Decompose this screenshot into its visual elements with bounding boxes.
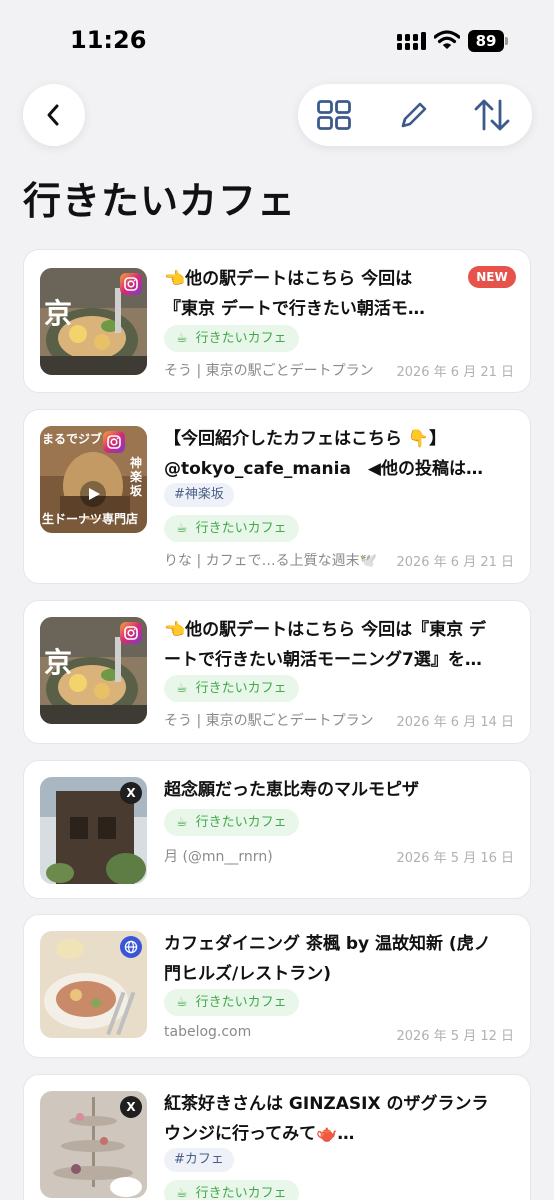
- card-title: 👈他の駅デートはこちら 今回は『東京 デ ートで行きたい朝活モーニング7選』を…: [164, 620, 487, 670]
- card-title: 【今回紹介したカフェはこちら 👇】 @tokyo_cafe_mania ◀他の投…: [164, 429, 484, 479]
- card-date: 2026 年 6 月 14 日: [396, 715, 514, 730]
- category-chip[interactable]: ☕ 行きたいカフェ: [164, 1180, 299, 1200]
- thumbnail: 京: [40, 268, 147, 375]
- status-time: 11:26: [70, 26, 147, 54]
- instagram-icon: [120, 273, 142, 295]
- status-bar: 11:26 89: [0, 0, 554, 80]
- back-button[interactable]: [23, 84, 85, 146]
- card-date: 2026 年 6 月 21 日: [396, 365, 514, 380]
- list-item[interactable]: 京 👈他の駅デートはこちら 今回は『東京 デ ートで行きたい朝活モーニング7選』…: [23, 600, 531, 744]
- battery-icon: 89: [468, 30, 508, 52]
- instagram-icon: [103, 431, 125, 453]
- coffee-cup-icon: ☕: [176, 331, 188, 346]
- sort-icon: [474, 99, 510, 131]
- globe-icon: [120, 936, 142, 958]
- card-date: 2026 年 6 月 21 日: [396, 555, 514, 570]
- list-item[interactable]: カフェダイニング 茶楓 by 温故知新 (虎ノ 門ヒルズ/レストラン) ☕ 行きた…: [23, 914, 531, 1058]
- card-date: 2026 年 5 月 12 日: [396, 1029, 514, 1044]
- thumbnail: X: [40, 777, 147, 884]
- x-icon: X: [120, 1096, 142, 1118]
- thumbnail: 京: [40, 617, 147, 724]
- card-source: tabelog.com: [164, 1024, 252, 1040]
- battery-level: 89: [468, 30, 504, 52]
- thumbnail-text: 生ドーナツ専門店: [42, 512, 139, 526]
- card-source: そう | 東京の駅ごとデートプラン: [164, 713, 374, 729]
- list-item[interactable]: X 超念願だった恵比寿のマルモピザ ☕ 行きたいカフェ 月 (@mn__rnrn)…: [23, 760, 531, 899]
- wifi-icon: [434, 30, 460, 49]
- toolbar: [298, 84, 532, 146]
- instagram-icon: [120, 622, 142, 644]
- edit-button[interactable]: [394, 95, 434, 135]
- x-icon: X: [120, 782, 142, 804]
- category-chip[interactable]: ☕ 行きたいカフェ: [164, 989, 299, 1016]
- pencil-icon: [401, 102, 427, 128]
- thumbnail: X: [40, 1091, 147, 1198]
- coffee-cup-icon: ☕: [176, 1186, 188, 1200]
- category-chip[interactable]: ☕ 行きたいカフェ: [164, 325, 299, 352]
- coffee-cup-icon: ☕: [176, 815, 188, 830]
- list-item[interactable]: まるでジブリ 神楽坂 生ドーナツ専門店 【今回紹介したカフェはこちら 👇】 @t…: [23, 409, 531, 584]
- coffee-cup-icon: ☕: [176, 521, 188, 536]
- sort-button[interactable]: [472, 95, 512, 135]
- page-title: 行きたいカフェ: [23, 179, 297, 223]
- card-source: 月 (@mn__rnrn): [164, 849, 273, 865]
- thumbnail-text: 神楽坂: [130, 456, 143, 498]
- category-chip[interactable]: ☕ 行きたいカフェ: [164, 675, 299, 702]
- list-item[interactable]: 京 👈他の駅デートはこちら 今回は 『東京 デートで行きたい朝活モ… NEW ☕…: [23, 249, 531, 393]
- card-source: りな | カフェで…る上質な週末🕊️: [164, 553, 378, 569]
- category-chip[interactable]: ☕ 行きたいカフェ: [164, 515, 299, 542]
- coffee-cup-icon: ☕: [176, 995, 188, 1010]
- coffee-cup-icon: ☕: [176, 681, 188, 696]
- card-date: 2026 年 5 月 16 日: [396, 851, 514, 866]
- list-item[interactable]: X 紅茶好きさんは GINZASIX のザグランラ ウンジに行ってみて🫖… #カ…: [23, 1074, 531, 1200]
- cellular-signal-icon: [397, 32, 426, 50]
- thumbnail-text: 京: [44, 297, 73, 330]
- category-chip[interactable]: ☕ 行きたいカフェ: [164, 809, 299, 836]
- thumbnail: [40, 931, 147, 1038]
- thumbnail: まるでジブリ 神楽坂 生ドーナツ専門店: [40, 426, 147, 533]
- new-badge: NEW: [468, 266, 516, 288]
- grid-view-button[interactable]: [314, 95, 354, 135]
- card-source: そう | 東京の駅ごとデートプラン: [164, 363, 374, 379]
- card-title: 👈他の駅デートはこちら 今回は 『東京 デートで行きたい朝活モ…: [164, 269, 425, 319]
- thumbnail-text: 京: [44, 646, 73, 679]
- card-title: 紅茶好きさんは GINZASIX のザグランラ ウンジに行ってみて🫖…: [164, 1094, 489, 1144]
- card-title: カフェダイニング 茶楓 by 温故知新 (虎ノ 門ヒルズ/レストラン): [164, 934, 491, 984]
- card-title: 超念願だった恵比寿のマルモピザ: [164, 780, 419, 800]
- chevron-left-icon: [47, 104, 59, 126]
- tag-chip[interactable]: #神楽坂: [164, 483, 234, 507]
- tag-chip[interactable]: #カフェ: [164, 1148, 234, 1172]
- grid-icon: [317, 100, 351, 130]
